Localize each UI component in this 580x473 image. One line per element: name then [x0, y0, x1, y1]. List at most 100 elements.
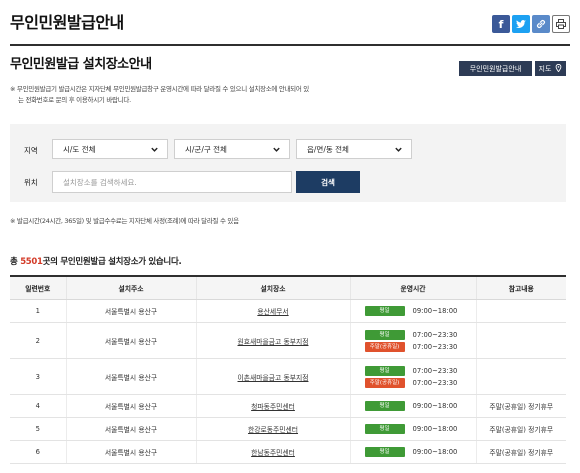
- serial-number-cell: 4: [10, 394, 66, 418]
- col-header-note: 참고내용: [475, 275, 566, 300]
- install-place-link-cell: 이촌새마을금고 동부지점: [195, 358, 350, 395]
- install-place-link[interactable]: 원효새마을금고 동부지점: [238, 338, 309, 346]
- link-share-button[interactable]: [532, 15, 550, 33]
- install-address-cell: 서울특별시 용산구: [65, 299, 196, 323]
- install-address: 서울특별시 용산구: [104, 373, 158, 382]
- eupmyeondong-select[interactable]: 읍/면/동 전체: [296, 139, 412, 159]
- reference-note-cell: 주말(공휴일) 정기휴무: [475, 417, 566, 441]
- map-button[interactable]: 지도: [535, 61, 566, 76]
- operating-hours-cell: 평일 07:00~23:30 주말(공휴일) 07:00~23:30: [349, 322, 476, 359]
- install-place-link[interactable]: 한강로동주민센터: [248, 426, 298, 434]
- operating-time: 07:00~23:30: [412, 342, 458, 351]
- serial-number: 5: [35, 425, 40, 433]
- operating-hours-cell: 평일 09:00~18:00: [349, 417, 476, 441]
- count-prefix: 총: [10, 257, 21, 267]
- weekday-badge: 평일: [364, 447, 405, 457]
- operating-time: 09:00~18:00: [412, 402, 458, 410]
- install-place-link-cell: 한남동주민센터: [195, 440, 350, 464]
- link-icon: [535, 18, 547, 30]
- install-address: 서울특별시 용산구: [104, 308, 158, 316]
- install-address: 서울특별시 용산구: [104, 449, 158, 457]
- reference-note-cell: 주말(공휴일) 정기휴무: [475, 394, 566, 418]
- page-title: 무인민원발급안내: [10, 13, 124, 32]
- weekday-badge: 평일: [364, 329, 405, 340]
- serial-number: 1: [35, 307, 40, 315]
- operating-time: 09:00~18:00: [412, 425, 458, 433]
- operating-hours-cell: 평일 09:00~18:00: [349, 299, 476, 323]
- reference-note-cell: 주말(공휴일) 정기휴무: [475, 440, 566, 464]
- sido-select[interactable]: 시/도 전체: [52, 139, 168, 159]
- sigungu-select[interactable]: 시/군/구 전체: [174, 139, 290, 159]
- table-row: 6 서울특별시 용산구 한남동주민센터 평일 09:00~18:00 주말(공휴일) 정기…: [10, 440, 566, 464]
- facebook-share-button[interactable]: f: [492, 15, 510, 33]
- location-label: 위치: [24, 178, 38, 187]
- weekday-badge: 평일: [364, 306, 405, 316]
- install-place-link[interactable]: 한남동주민센터: [251, 449, 295, 457]
- search-button[interactable]: 검색: [296, 171, 360, 193]
- map-button-label: 지도: [538, 64, 552, 73]
- page: 무인민원발급안내 f 무인민원발급 설치장소안내 무인민원발급안내 지도 ※ 무…: [0, 0, 580, 473]
- reference-note: 주말(공휴일) 정기휴무: [489, 449, 554, 457]
- reference-note-cell: [475, 322, 566, 359]
- install-address: 서울특별시 용산구: [104, 426, 158, 434]
- install-address: 서울특별시 용산구: [104, 337, 158, 346]
- table-row: 1 서울특별시 용산구 용산세무서 평일 09:00~18:00: [10, 299, 566, 323]
- install-place-link-cell: 한강로동주민센터: [195, 417, 350, 441]
- holiday-badge: 주말(공휴일): [364, 377, 405, 388]
- weekday-badge: 평일: [364, 401, 405, 411]
- holiday-badge: 주말(공휴일): [364, 341, 405, 352]
- table-row: 3 서울특별시 용산구 이촌새마을금고 동부지점 평일 07:00~23:30 주말(공휴…: [10, 358, 566, 395]
- serial-number: 6: [35, 448, 40, 456]
- search-input[interactable]: [52, 171, 292, 193]
- install-address: 서울특별시 용산구: [104, 403, 158, 411]
- serial-number-cell: 2: [10, 322, 66, 359]
- operating-time: 09:00~18:00: [412, 448, 458, 456]
- install-place-link[interactable]: 청파동주민센터: [251, 403, 295, 411]
- operating-time: 07:00~23:30: [412, 330, 458, 339]
- install-address-cell: 서울특별시 용산구: [65, 394, 196, 418]
- eupmyeondong-select-value: 읍/면/동 전체: [307, 144, 349, 154]
- install-place-link[interactable]: 용산세무서: [257, 308, 288, 316]
- table-row: 2 서울특별시 용산구 원효새마을금고 동부지점 평일 07:00~23:30 주말(공휴…: [10, 322, 566, 359]
- install-place-link[interactable]: 이촌새마을금고 동부지점: [238, 374, 309, 382]
- install-place-link-cell: 청파동주민센터: [195, 394, 350, 418]
- notice-line-1: ※ 무인민원발급기 발급시간은 지자단체 무인민원발급창구 운영시간에 따라 달…: [10, 85, 309, 93]
- install-place-link-cell: 용산세무서: [195, 299, 350, 323]
- install-address-cell: 서울특별시 용산구: [65, 358, 196, 395]
- region-label: 지역: [24, 146, 38, 155]
- serial-number-cell: 6: [10, 440, 66, 464]
- guide-button-label: 무인민원발급안내: [469, 64, 522, 73]
- table-row: 4 서울특별시 용산구 청파동주민센터 평일 09:00~18:00 주말(공휴일) 정기…: [10, 394, 566, 418]
- reference-note: 주말(공휴일) 정기휴무: [489, 426, 554, 434]
- sigungu-select-value: 시/군/구 전체: [185, 144, 227, 154]
- operating-time: 07:00~23:30: [412, 366, 458, 375]
- install-address-cell: 서울특별시 용산구: [65, 440, 196, 464]
- operating-hours-cell: 평일 09:00~18:00: [349, 440, 476, 464]
- chevron-down-icon: [151, 147, 158, 152]
- install-address-cell: 서울특별시 용산구: [65, 322, 196, 359]
- operating-hours-cell: 평일 09:00~18:00: [349, 394, 476, 418]
- serial-number-cell: 5: [10, 417, 66, 441]
- guide-button[interactable]: 무인민원발급안내: [459, 61, 532, 76]
- section-title: 무인민원발급 설치장소안내: [10, 57, 152, 72]
- facebook-icon: f: [498, 17, 504, 31]
- install-place-link-cell: 원효새마을금고 동부지점: [195, 322, 350, 359]
- col-header-place: 설치장소: [195, 275, 350, 300]
- col-header-address: 설치주소: [65, 275, 196, 300]
- table-header-row: 일련번호 설치주소 설치장소 운영시간 참고내용: [10, 275, 566, 300]
- twitter-icon: [515, 18, 527, 30]
- location-table: 일련번호 설치주소 설치장소 운영시간 참고내용 1 서울특별시 용산구 용산세무서…: [10, 275, 566, 464]
- chevron-down-icon: [273, 147, 280, 152]
- twitter-share-button[interactable]: [512, 15, 530, 33]
- weekday-badge: 평일: [364, 424, 405, 434]
- print-button[interactable]: [552, 15, 570, 33]
- operating-time: 09:00~18:00: [412, 307, 458, 315]
- print-icon: [555, 18, 567, 30]
- count-suffix: 곳의 무인민원발급 설치장소가 있습니다.: [42, 257, 182, 267]
- serial-number-cell: 1: [10, 299, 66, 323]
- sido-select-value: 시/도 전체: [63, 144, 96, 154]
- header-bar: 무인민원발급안내 f: [10, 0, 570, 46]
- operating-time: 07:00~23:30: [412, 378, 458, 387]
- notice-line-2: 는 전화번호로 문의 후 이용하시기 바랍니다.: [18, 96, 131, 104]
- col-header-no: 일련번호: [10, 275, 66, 300]
